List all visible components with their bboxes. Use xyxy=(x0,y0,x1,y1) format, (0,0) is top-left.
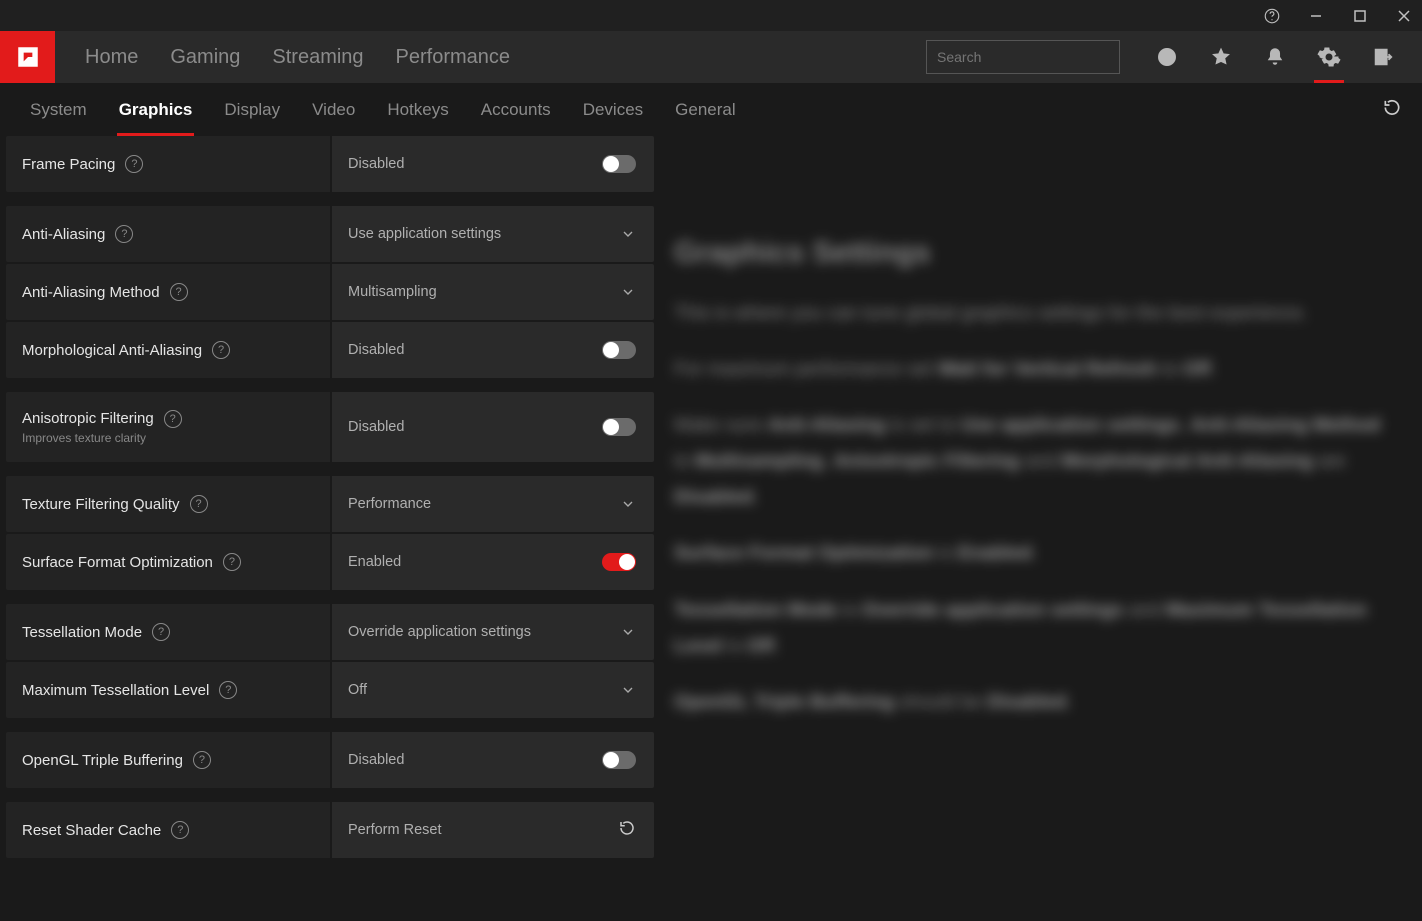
toggle-switch[interactable] xyxy=(602,418,636,436)
help-icon[interactable]: ? xyxy=(223,553,241,571)
help-icon[interactable] xyxy=(1262,6,1282,26)
nav-gaming[interactable]: Gaming xyxy=(154,34,256,81)
setting-label: Surface Format Optimization xyxy=(22,554,213,571)
setting-toggle[interactable]: Disabled xyxy=(332,322,654,378)
tab-display[interactable]: Display xyxy=(208,86,296,134)
setting-value: Multisampling xyxy=(348,284,437,300)
exit-icon[interactable] xyxy=(1356,31,1410,83)
setting-label: Morphological Anti-Aliasing xyxy=(22,342,202,359)
gear-icon[interactable] xyxy=(1302,31,1356,83)
info-title: Graphics Settings xyxy=(674,236,1382,270)
setting-label: Reset Shader Cache xyxy=(22,822,161,839)
chevron-down-icon xyxy=(620,682,636,698)
setting-row: Texture Filtering Quality? Performance xyxy=(6,476,654,532)
tab-graphics[interactable]: Graphics xyxy=(103,86,209,134)
nav-home[interactable]: Home xyxy=(69,34,154,81)
setting-row: Anti-Aliasing? Use application settings xyxy=(6,206,654,262)
help-icon[interactable]: ? xyxy=(164,410,182,428)
help-icon[interactable]: ? xyxy=(212,341,230,359)
minimize-button[interactable] xyxy=(1306,6,1326,26)
toggle-switch[interactable] xyxy=(602,155,636,173)
maximize-button[interactable] xyxy=(1350,6,1370,26)
setting-row: Reset Shader Cache? Perform Reset xyxy=(6,802,654,858)
setting-dropdown[interactable]: Multisampling xyxy=(332,264,654,320)
window-titlebar xyxy=(0,0,1422,31)
info-panel: Graphics Settings This is where you can … xyxy=(654,136,1422,872)
setting-label: Anti-Aliasing xyxy=(22,226,105,243)
help-icon[interactable]: ? xyxy=(170,283,188,301)
reset-icon[interactable] xyxy=(618,819,636,842)
setting-label: Frame Pacing xyxy=(22,156,115,173)
setting-value: Off xyxy=(348,682,367,698)
toggle-switch[interactable] xyxy=(602,751,636,769)
setting-row: Maximum Tessellation Level? Off xyxy=(6,662,654,718)
chevron-down-icon xyxy=(620,496,636,512)
setting-value: Use application settings xyxy=(348,226,501,242)
setting-value: Disabled xyxy=(348,752,404,768)
setting-row: Frame Pacing? Disabled xyxy=(6,136,654,192)
close-button[interactable] xyxy=(1394,6,1414,26)
tab-hotkeys[interactable]: Hotkeys xyxy=(371,86,464,134)
setting-row: Morphological Anti-Aliasing? Disabled xyxy=(6,322,654,378)
star-icon[interactable] xyxy=(1194,31,1248,83)
setting-action[interactable]: Perform Reset xyxy=(332,802,654,858)
setting-label: Anti-Aliasing Method xyxy=(22,284,160,301)
setting-row: Anisotropic Filtering? Improves texture c… xyxy=(6,392,654,462)
setting-toggle[interactable]: Disabled xyxy=(332,136,654,192)
web-icon[interactable] xyxy=(1140,31,1194,83)
setting-row: Tessellation Mode? Override application s… xyxy=(6,604,654,660)
setting-label: Anisotropic Filtering xyxy=(22,410,154,427)
tab-video[interactable]: Video xyxy=(296,86,371,134)
settings-subtabs: System Graphics Display Video Hotkeys Ac… xyxy=(0,83,1422,136)
help-icon[interactable]: ? xyxy=(193,751,211,769)
help-icon[interactable]: ? xyxy=(115,225,133,243)
setting-dropdown[interactable]: Off xyxy=(332,662,654,718)
setting-value: Performance xyxy=(348,496,431,512)
setting-toggle[interactable]: Disabled xyxy=(332,732,654,788)
help-icon[interactable]: ? xyxy=(219,681,237,699)
settings-panel: Frame Pacing? Disabled Anti-Aliasing? Use a… xyxy=(0,136,654,872)
setting-value: Enabled xyxy=(348,554,401,570)
tab-accounts[interactable]: Accounts xyxy=(465,86,567,134)
setting-row: OpenGL Triple Buffering? Disabled xyxy=(6,732,654,788)
toggle-switch[interactable] xyxy=(602,341,636,359)
amd-logo[interactable] xyxy=(0,31,55,83)
setting-toggle[interactable]: Disabled xyxy=(332,392,654,462)
reset-defaults-icon[interactable] xyxy=(1382,97,1402,122)
setting-value: Override application settings xyxy=(348,624,531,640)
setting-label: Texture Filtering Quality xyxy=(22,496,180,513)
tab-devices[interactable]: Devices xyxy=(567,86,659,134)
setting-value: Disabled xyxy=(348,342,404,358)
chevron-down-icon xyxy=(620,624,636,640)
setting-label: OpenGL Triple Buffering xyxy=(22,752,183,769)
search-box[interactable] xyxy=(926,40,1120,74)
help-icon[interactable]: ? xyxy=(190,495,208,513)
setting-dropdown[interactable]: Override application settings xyxy=(332,604,654,660)
tab-system[interactable]: System xyxy=(14,86,103,134)
setting-dropdown[interactable]: Performance xyxy=(332,476,654,532)
search-input[interactable] xyxy=(937,49,1118,65)
setting-value: Perform Reset xyxy=(348,822,441,838)
bell-icon[interactable] xyxy=(1248,31,1302,83)
toggle-switch[interactable] xyxy=(602,553,636,571)
help-icon[interactable]: ? xyxy=(125,155,143,173)
setting-value: Disabled xyxy=(348,419,404,435)
help-icon[interactable]: ? xyxy=(171,821,189,839)
nav-streaming[interactable]: Streaming xyxy=(256,34,379,81)
help-icon[interactable]: ? xyxy=(152,623,170,641)
setting-sublabel: Improves texture clarity xyxy=(22,431,330,445)
setting-value: Disabled xyxy=(348,156,404,172)
setting-toggle[interactable]: Enabled xyxy=(332,534,654,590)
setting-row: Surface Format Optimization? Enabled xyxy=(6,534,654,590)
setting-label: Tessellation Mode xyxy=(22,624,142,641)
setting-dropdown[interactable]: Use application settings xyxy=(332,206,654,262)
setting-label: Maximum Tessellation Level xyxy=(22,682,209,699)
main-nav: Home Gaming Streaming Performance xyxy=(0,31,1422,83)
setting-row: Anti-Aliasing Method? Multisampling xyxy=(6,264,654,320)
chevron-down-icon xyxy=(620,284,636,300)
tab-general[interactable]: General xyxy=(659,86,751,134)
nav-performance[interactable]: Performance xyxy=(380,34,527,81)
chevron-down-icon xyxy=(620,226,636,242)
